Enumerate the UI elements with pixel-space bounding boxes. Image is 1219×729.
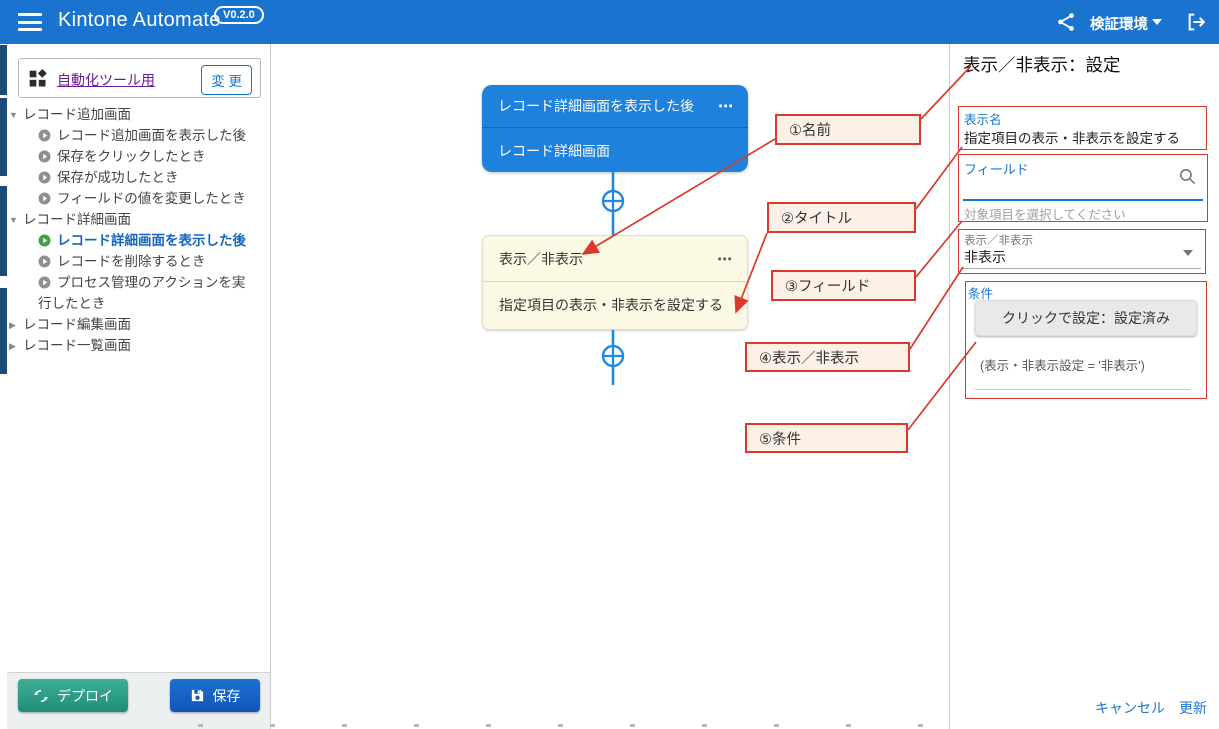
save-button[interactable]: 保存 xyxy=(170,679,260,712)
ruler-ticks xyxy=(198,724,948,727)
app-title: Kintone Automate xyxy=(58,9,221,32)
share-icon[interactable] xyxy=(1055,11,1077,33)
play-circle-icon xyxy=(38,129,51,142)
edge-scroll-strip[interactable] xyxy=(0,45,7,95)
collapse-icon[interactable]: ▼ xyxy=(9,105,23,126)
app-window: Kintone Automate V0.2.0 検証環境 自動化ツール用 変 更 xyxy=(0,0,1219,729)
tree-group-record-detail[interactable]: ▼レコード詳細画面 xyxy=(9,209,131,231)
search-icon[interactable] xyxy=(1178,167,1197,186)
visibility-value[interactable]: 非表示 xyxy=(964,247,1006,267)
trigger-node-subtitle: レコード詳細画面 xyxy=(482,128,748,172)
display-name-value[interactable]: 指定項目の表示・非表示を設定する xyxy=(964,127,1180,147)
tree-item[interactable]: 保存をクリックしたとき xyxy=(38,146,206,167)
collapse-icon[interactable]: ▼ xyxy=(9,210,23,231)
display-name-label: 表示名 xyxy=(964,109,1002,128)
tree-item[interactable]: プロセス管理のアクションを実行したとき xyxy=(38,272,246,314)
condition-set-button[interactable]: クリックで設定：設定済み xyxy=(975,300,1197,336)
visibility-label: 表示／非表示 xyxy=(964,232,1033,248)
annotation-name: ①名前 xyxy=(775,114,921,145)
tree-item[interactable]: フィールドの値を変更したとき xyxy=(38,188,246,209)
floppy-icon xyxy=(190,688,205,703)
condition-expression: (表示・非表示設定 = '非表示') xyxy=(980,355,1145,374)
deploy-button[interactable]: デプロイ xyxy=(18,679,128,712)
app-name-link[interactable]: 自動化ツール用 xyxy=(57,70,155,90)
settings-panel: 表示／非表示：設定 表示名 指定項目の表示・非表示を設定する フィールド 対象項… xyxy=(951,44,1219,729)
chevron-down-icon[interactable] xyxy=(1152,19,1162,25)
edge-scroll-strip[interactable] xyxy=(0,186,7,276)
update-button[interactable]: 更新 xyxy=(1179,698,1207,718)
add-node-button[interactable] xyxy=(603,191,623,211)
tree-group-record-add[interactable]: ▼レコード追加画面 xyxy=(9,104,131,126)
edge-scroll-strip[interactable] xyxy=(0,98,7,176)
action-node-subtitle: 指定項目の表示・非表示を設定する xyxy=(483,282,747,328)
app-selector-box: 自動化ツール用 変 更 xyxy=(18,58,261,98)
sidebar-footer: デプロイ 保存 xyxy=(7,672,270,729)
play-circle-icon xyxy=(38,171,51,184)
edge-scroll-strip[interactable] xyxy=(0,288,7,374)
divider xyxy=(975,389,1190,390)
tree-item[interactable]: 保存が成功したとき xyxy=(38,167,179,188)
tree-item[interactable]: レコードを削除するとき xyxy=(38,251,206,272)
annotation-title: ②タイトル xyxy=(767,202,916,233)
add-node-button[interactable] xyxy=(603,346,623,366)
visibility-select[interactable]: 表示／非表示 非表示 xyxy=(958,229,1206,274)
version-badge: V0.2.0 xyxy=(214,6,264,24)
field-input-underline[interactable] xyxy=(963,199,1203,201)
sidebar: 自動化ツール用 変 更 ▼レコード追加画面 レコード追加画面を表示した後 保存を… xyxy=(7,44,271,729)
node-menu-icon[interactable]: ⋯ xyxy=(717,250,733,268)
play-circle-icon xyxy=(38,234,51,247)
annotation-field: ③フィールド xyxy=(771,270,916,301)
display-name-field: 表示名 指定項目の表示・非表示を設定する xyxy=(958,106,1207,150)
field-selector: フィールド 対象項目を選択してください xyxy=(958,154,1208,222)
logout-icon[interactable] xyxy=(1186,11,1208,33)
expand-icon[interactable]: ▶ xyxy=(9,315,23,336)
sync-icon xyxy=(33,688,49,704)
menu-icon[interactable] xyxy=(18,13,42,31)
play-circle-icon xyxy=(38,150,51,163)
dropdown-caret-icon[interactable] xyxy=(1183,250,1193,256)
field-label: フィールド xyxy=(964,159,1029,178)
flow-canvas: レコード詳細画面を表示した後 ⋯ レコード詳細画面 表示／非表示 ⋯ 指定項目の… xyxy=(271,44,950,729)
cancel-button[interactable]: キャンセル xyxy=(1095,698,1165,718)
environment-selector[interactable]: 検証環境 xyxy=(1090,13,1148,34)
play-circle-icon xyxy=(38,276,51,289)
play-circle-icon xyxy=(38,255,51,268)
tree-group-record-list[interactable]: ▶レコード一覧画面 xyxy=(9,335,131,357)
condition-section: 条件 クリックで設定：設定済み (表示・非表示設定 = '非表示') xyxy=(965,281,1207,399)
trigger-node[interactable]: レコード詳細画面を表示した後 ⋯ レコード詳細画面 xyxy=(482,85,748,172)
play-circle-icon xyxy=(38,192,51,205)
annotation-condition: ⑤条件 xyxy=(745,423,908,453)
app-grid-icon xyxy=(28,69,48,89)
expand-icon[interactable]: ▶ xyxy=(9,336,23,357)
node-menu-icon[interactable]: ⋯ xyxy=(718,97,734,115)
annotation-visibility: ④表示／非表示 xyxy=(745,342,910,372)
tree-item-selected[interactable]: レコード詳細画面を表示した後 xyxy=(38,230,246,251)
visibility-underline xyxy=(963,268,1201,269)
tree-item[interactable]: レコード追加画面を表示した後 xyxy=(38,125,246,146)
trigger-node-header: レコード詳細画面を表示した後 ⋯ xyxy=(482,85,748,128)
tree-group-record-edit[interactable]: ▶レコード編集画面 xyxy=(9,314,131,336)
app-header: Kintone Automate V0.2.0 検証環境 xyxy=(0,0,1219,44)
field-placeholder: 対象項目を選択してください xyxy=(964,204,1126,223)
panel-title: 表示／非表示：設定 xyxy=(963,52,1121,77)
action-node[interactable]: 表示／非表示 ⋯ 指定項目の表示・非表示を設定する xyxy=(482,235,748,330)
action-node-header: 表示／非表示 ⋯ xyxy=(483,236,747,282)
change-app-button[interactable]: 変 更 xyxy=(201,65,252,95)
